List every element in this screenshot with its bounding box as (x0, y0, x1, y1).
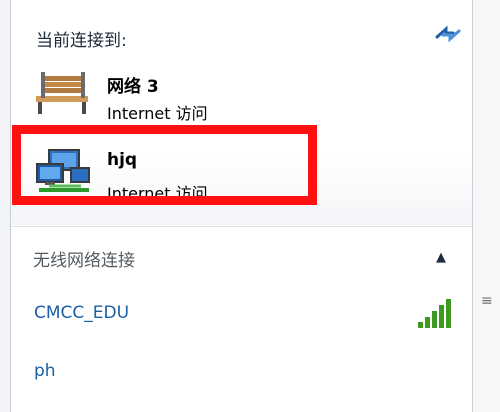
network-access: Internet 访问 (107, 104, 208, 123)
network-name: 网络 3 (107, 77, 159, 97)
connected-title: 当前连接到: (36, 31, 127, 51)
scroll-grip-icon[interactable]: ≡ (481, 293, 493, 309)
wifi-network-name: CMCC_EDU (34, 303, 130, 323)
network-panel: 当前连接到: 网络 3 Internet 访问 hjq Internet 访问 … (11, 0, 472, 412)
wifi-network-item[interactable]: CMCC_EDU (11, 290, 472, 340)
refresh-icon[interactable] (433, 22, 463, 46)
wifi-network-name: ph (34, 361, 56, 381)
signal-strength-icon (418, 299, 451, 328)
wireless-section-title: 无线网络连接 (33, 251, 135, 271)
wifi-network-item[interactable]: ph (11, 348, 472, 398)
window-left-edge (0, 0, 11, 412)
connected-section: 当前连接到: 网络 3 Internet 访问 hjq Internet 访问 (11, 0, 472, 225)
bench-icon (36, 72, 88, 114)
chevron-up-icon[interactable]: ▲ (436, 250, 446, 265)
wireless-section-header[interactable]: 无线网络连接 ▲ (11, 227, 472, 283)
scrollbar-area[interactable]: ≡ (472, 0, 500, 412)
highlight-rectangle (12, 125, 317, 205)
